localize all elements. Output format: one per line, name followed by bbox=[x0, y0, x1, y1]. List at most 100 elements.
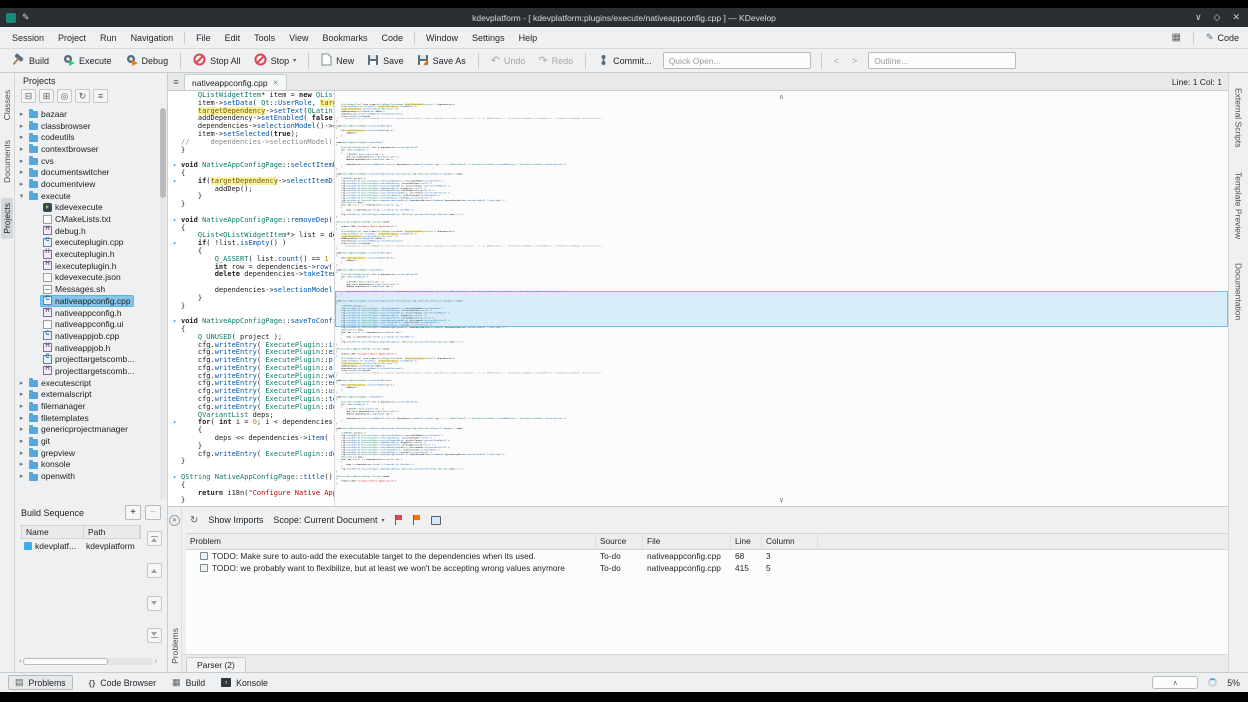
problem-cell[interactable]: 3 bbox=[762, 550, 818, 562]
problems-column-header[interactable]: Source bbox=[596, 534, 643, 550]
code-editor[interactable]: QListWidgetItem* item = new QListWidgetI… bbox=[168, 91, 334, 506]
dock-tab-documentation[interactable]: Documentation bbox=[1232, 258, 1246, 325]
tree-item-konsole[interactable]: ▸ konsole bbox=[15, 459, 167, 471]
filter-icon[interactable]: ≡ bbox=[93, 89, 108, 103]
tab-close-icon[interactable]: ✕ bbox=[273, 79, 279, 87]
statusbar-build[interactable]: ▦ Build bbox=[172, 677, 205, 688]
row-filler[interactable] bbox=[818, 562, 1228, 574]
menu-view[interactable]: View bbox=[282, 31, 315, 45]
fold-marker-icon[interactable]: ▾ bbox=[168, 162, 181, 170]
fold-marker-icon[interactable]: ▾ bbox=[168, 474, 181, 482]
tree-item-externalscript[interactable]: ▸ externalscript bbox=[15, 389, 167, 401]
save-button[interactable]: Save bbox=[361, 51, 410, 71]
expander-icon[interactable]: ▸ bbox=[17, 414, 26, 422]
code-line[interactable]: } bbox=[168, 458, 334, 466]
code-line[interactable]: } bbox=[168, 193, 334, 201]
tree-item-cmakelists-txt[interactable]: CMakeLists.txt bbox=[15, 213, 167, 225]
hints-filter-icon[interactable] bbox=[430, 515, 441, 525]
expander-icon[interactable]: ▸ bbox=[17, 133, 26, 141]
code-line[interactable]: ▾QString NativeAppConfigPage::title() co… bbox=[168, 473, 334, 482]
expander-icon[interactable]: ▸ bbox=[17, 157, 26, 165]
tree-item-filemanager[interactable]: ▸ filemanager bbox=[15, 400, 167, 412]
code-line[interactable]: ▾void NativeAppConfigPage::removeDep() bbox=[168, 216, 334, 225]
problem-cell[interactable]: To-do bbox=[596, 562, 643, 574]
fold-marker-icon[interactable]: ▾ bbox=[168, 178, 181, 186]
quick-open-input[interactable] bbox=[662, 52, 811, 69]
tree-item-execute[interactable]: ▾ execute bbox=[15, 190, 167, 202]
fold-marker-icon[interactable]: ▾ bbox=[168, 318, 181, 326]
commit-button[interactable]: Commit... bbox=[592, 51, 658, 71]
minimap-viewport[interactable] bbox=[334, 290, 1228, 327]
expander-icon[interactable]: ▸ bbox=[17, 437, 26, 445]
new-button[interactable]: New bbox=[315, 50, 360, 71]
scroll-left-icon[interactable]: ‹ bbox=[19, 658, 21, 665]
menu-help[interactable]: Help bbox=[512, 31, 545, 45]
tree-scrollbar[interactable] bbox=[160, 108, 166, 500]
problem-cell[interactable]: nativeappconfig.cpp bbox=[643, 550, 731, 562]
navigate-forward-button[interactable]: > bbox=[846, 53, 863, 69]
tree-item-openwith[interactable]: ▸ openwith bbox=[15, 470, 167, 482]
expander-icon[interactable]: ▸ bbox=[17, 402, 26, 410]
navigate-back-button[interactable]: < bbox=[828, 53, 845, 69]
refresh-icon[interactable]: ↻ bbox=[190, 515, 198, 526]
move-down-button[interactable] bbox=[146, 595, 162, 611]
debug-button[interactable]: Debug bbox=[119, 50, 175, 71]
tree-item-cvs[interactable]: ▸ cvs bbox=[15, 155, 167, 167]
code-line[interactable]: } bbox=[168, 294, 334, 303]
refresh-icon[interactable]: ↻ bbox=[75, 89, 90, 103]
problems-column-header[interactable]: Line bbox=[731, 534, 762, 550]
maximize-button[interactable]: ◇ bbox=[1214, 12, 1221, 23]
undo-button[interactable]: ↶ Undo bbox=[485, 51, 532, 70]
code-line[interactable]: delete dependencies->takeItem( row ); bbox=[168, 270, 334, 279]
fold-marker-icon[interactable]: ▾ bbox=[168, 419, 181, 427]
column-header-name[interactable]: Name bbox=[22, 526, 84, 538]
expander-icon[interactable]: ▾ bbox=[17, 192, 26, 200]
horizontal-scrollbar[interactable]: ‹ › bbox=[19, 655, 157, 667]
tree-item-genericprojectmanager[interactable]: ▸ genericprojectmanager bbox=[15, 424, 167, 436]
menu-tools[interactable]: Tools bbox=[247, 31, 282, 45]
problems-dock-tab[interactable]: Problems bbox=[170, 628, 180, 664]
expander-icon[interactable]: ▸ bbox=[17, 168, 26, 176]
redo-button[interactable]: ↷ Redo bbox=[532, 51, 579, 70]
build-sequence-row[interactable]: kdevplatf... kdevplatform bbox=[21, 539, 141, 552]
dock-tab-template-preview[interactable]: Template Preview bbox=[1232, 167, 1246, 244]
outline-input[interactable] bbox=[868, 52, 1017, 69]
tree-scrollbar-thumb[interactable] bbox=[160, 108, 166, 198]
tree-item-contextbrowser[interactable]: ▸ contextbrowser bbox=[15, 143, 167, 155]
problem-cell[interactable]: 5 bbox=[762, 562, 818, 574]
menu-window[interactable]: Window bbox=[419, 31, 465, 45]
grid-icon[interactable]: ▦ bbox=[1171, 32, 1180, 43]
fold-marker-icon[interactable]: ▾ bbox=[168, 217, 181, 225]
parser-tab[interactable]: Parser (2) bbox=[186, 657, 246, 672]
tree-item-executescript[interactable]: ▸ executescript bbox=[15, 377, 167, 389]
code-line[interactable]: ▾void NativeAppConfigPage::selectItemDia… bbox=[168, 161, 334, 170]
expand-all-icon[interactable]: ⊞ bbox=[39, 89, 54, 103]
close-panel-button[interactable]: ✕ bbox=[169, 515, 180, 526]
expander-icon[interactable]: ▸ bbox=[17, 180, 26, 188]
expander-icon[interactable]: ▸ bbox=[17, 472, 26, 480]
execute-button[interactable]: Execute bbox=[56, 50, 118, 71]
tree-item-messages-sh[interactable]: Messages.sh bbox=[15, 283, 167, 295]
problem-cell[interactable]: 68 bbox=[731, 550, 762, 562]
scope-dropdown[interactable]: Scope: Current Document ▾ bbox=[273, 515, 384, 525]
build-button[interactable]: Build bbox=[6, 50, 55, 71]
code-line[interactable]: return i18n("Configure Native Applicatio… bbox=[168, 489, 334, 498]
tree-item-grepview[interactable]: ▸ grepview bbox=[15, 447, 167, 459]
expander-icon[interactable]: ▸ bbox=[17, 122, 26, 130]
shade-button[interactable]: ∨ bbox=[1195, 12, 1202, 23]
code-line[interactable]: } bbox=[168, 200, 334, 209]
expander-icon[interactable]: ▸ bbox=[17, 460, 26, 468]
expander-icon[interactable]: ▸ bbox=[17, 110, 26, 118]
problem-cell[interactable]: TODO: we probably want to flexibilize, b… bbox=[186, 562, 596, 574]
save-as-button[interactable]: Save As bbox=[411, 51, 472, 71]
tree-item-kdevexecute-json[interactable]: kdevexecute.json bbox=[15, 272, 167, 284]
tree-item-nativeappconfig-cpp[interactable]: nativeappconfig.cpp bbox=[15, 295, 167, 307]
move-bottom-button[interactable] bbox=[146, 627, 162, 643]
errors-flag-icon[interactable] bbox=[394, 515, 403, 525]
tree-item-bazaar[interactable]: ▸ bazaar bbox=[15, 108, 167, 120]
dock-tab-external-scripts[interactable]: External Scripts bbox=[1232, 83, 1246, 153]
minimap[interactable]: QListWidgetItem* item = new QListWidgetI… bbox=[334, 103, 1228, 494]
menu-run[interactable]: Run bbox=[93, 31, 124, 45]
code-line[interactable]: } bbox=[168, 146, 334, 155]
scrollbar-thumb[interactable] bbox=[23, 657, 109, 665]
